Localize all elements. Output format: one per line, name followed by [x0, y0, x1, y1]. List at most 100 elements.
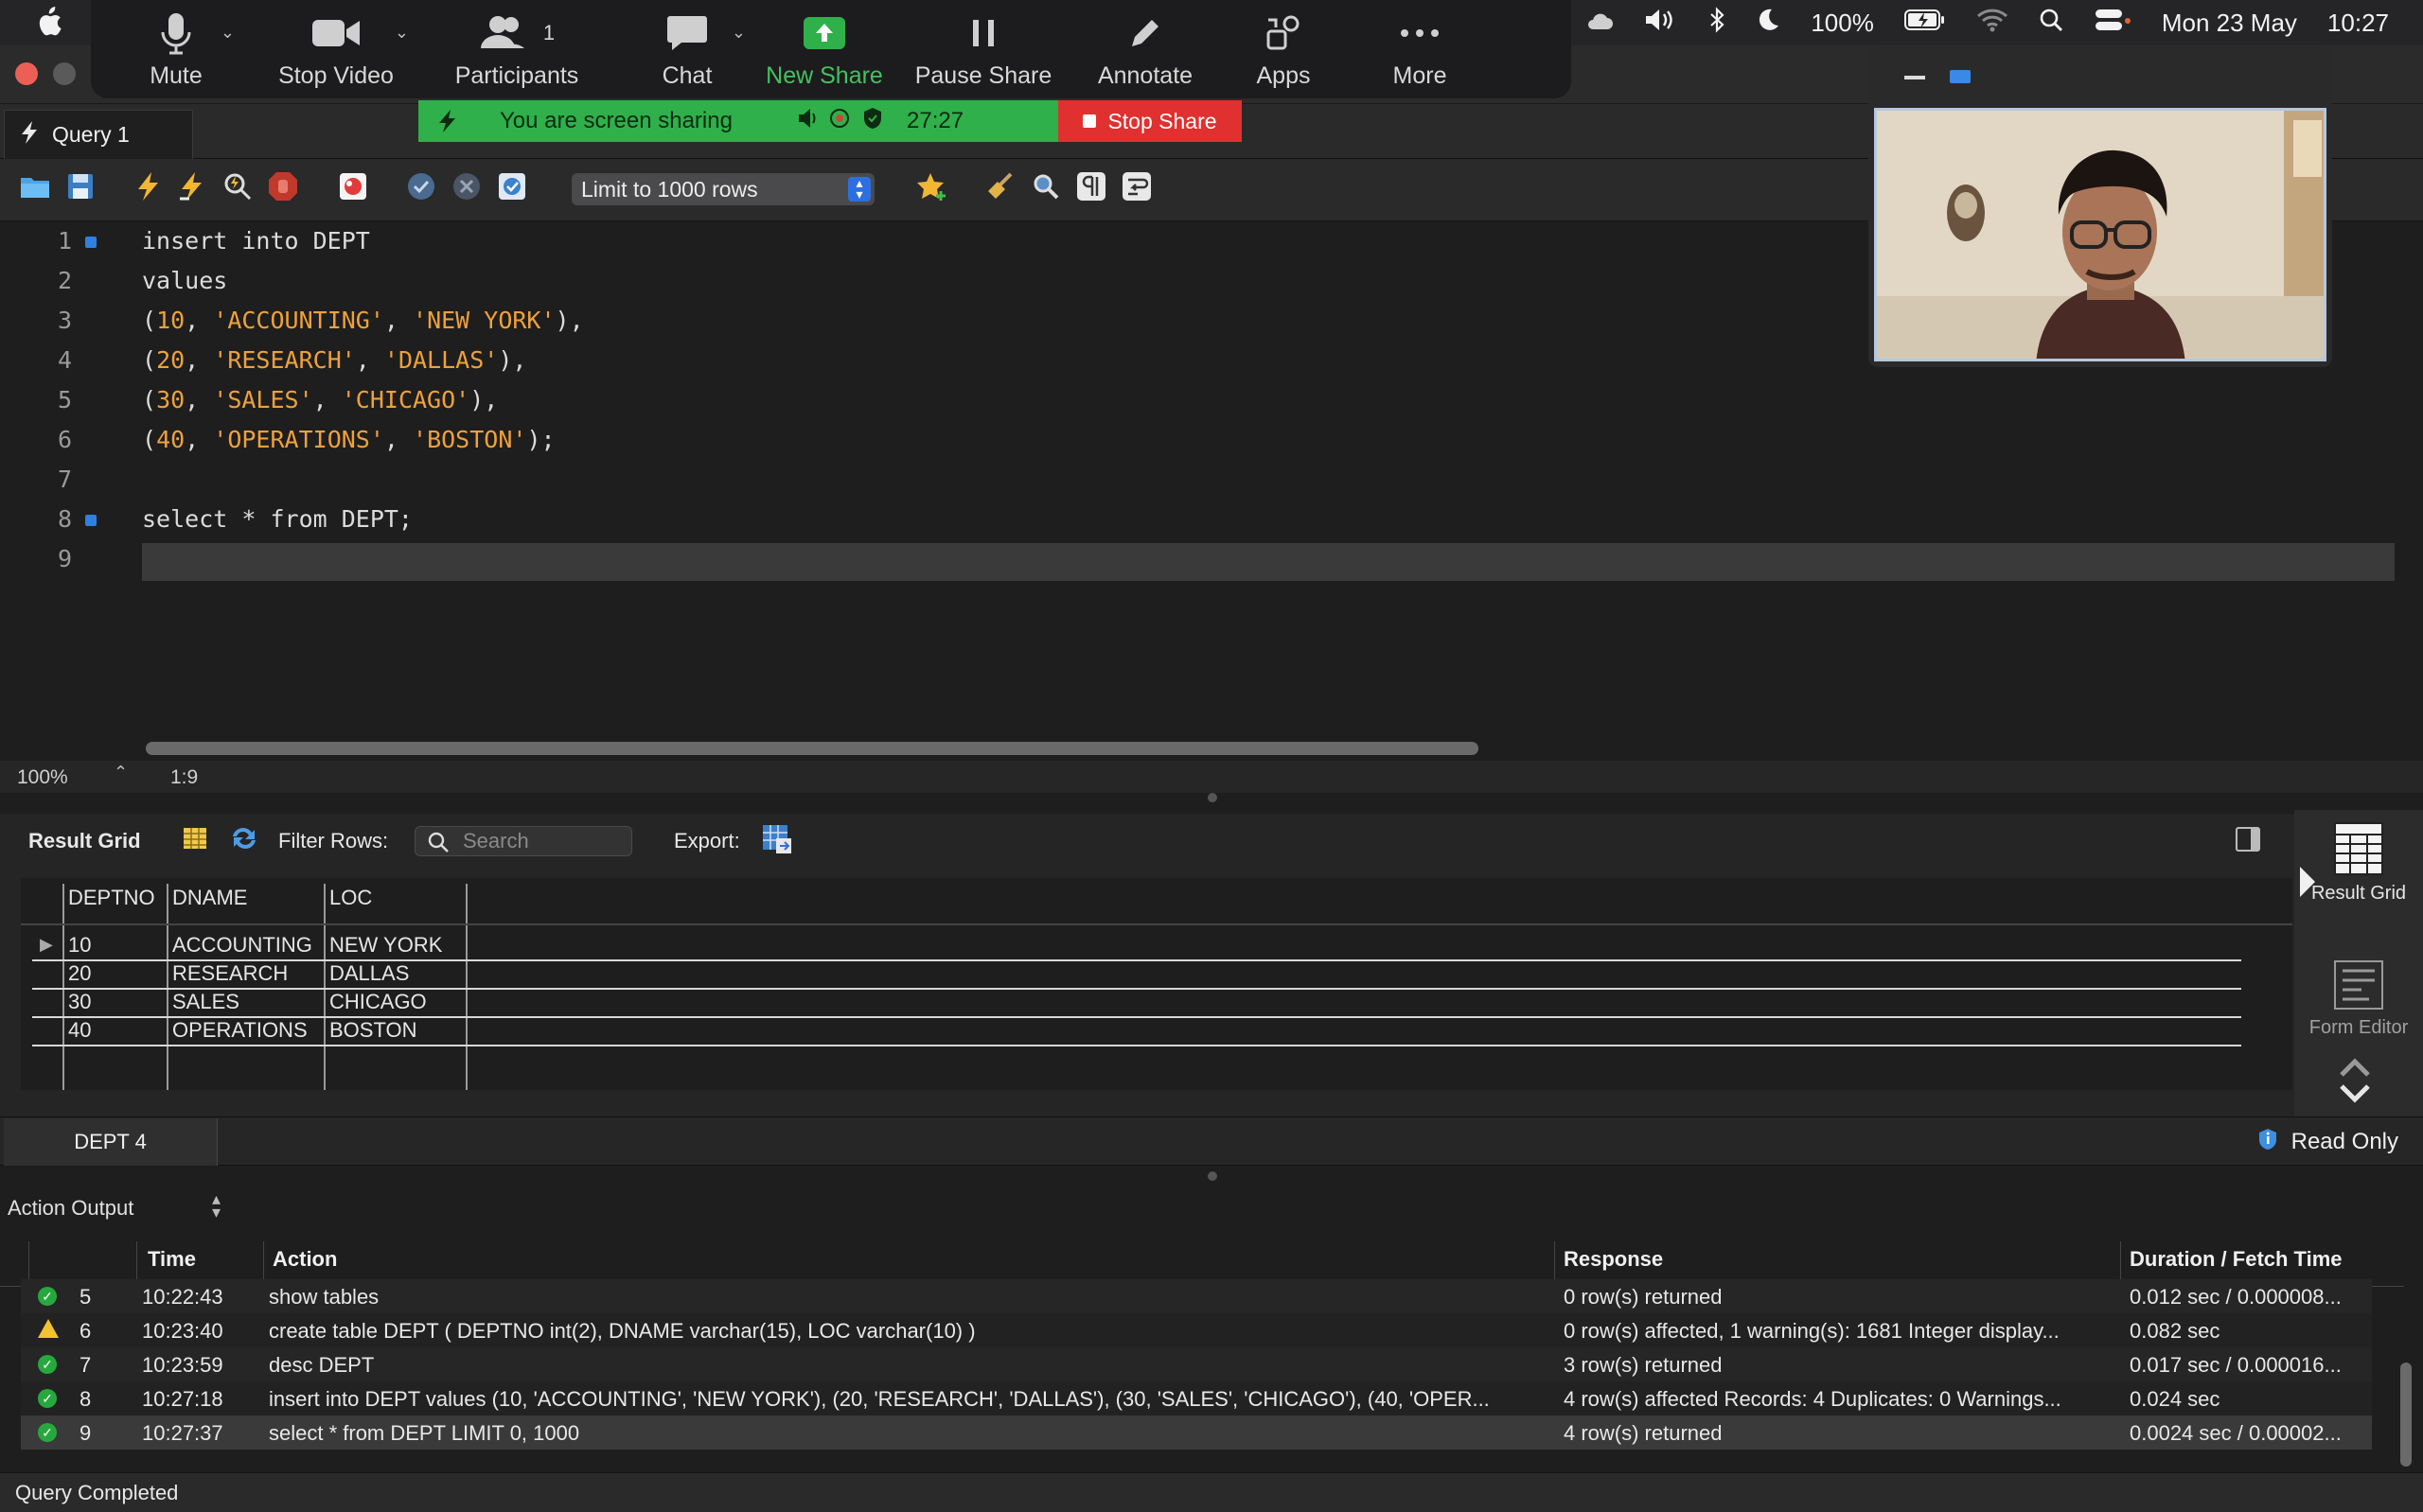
stop-share-button[interactable]: Stop Share — [1058, 100, 1242, 142]
focus-moon-icon[interactable] — [1756, 8, 1780, 39]
column-header-action[interactable]: Action — [273, 1247, 337, 1272]
find-magnifier-icon[interactable] — [1030, 170, 1062, 202]
close-window-button[interactable] — [15, 62, 38, 85]
mute-button[interactable]: Mute ⌄ — [119, 9, 235, 95]
action-output-vertical-scrollbar[interactable] — [2400, 1363, 2412, 1467]
code-line[interactable]: (30, 'SALES', 'CHICAGO'), — [142, 386, 498, 413]
code-line[interactable]: (40, 'OPERATIONS', 'BOSTON'); — [142, 426, 556, 453]
toggle-panel-icon[interactable] — [2236, 827, 2260, 852]
stop-video-button[interactable]: Stop Video ⌄ — [265, 9, 409, 95]
grid-cell[interactable]: 20 — [68, 961, 91, 986]
open-folder-icon[interactable] — [19, 170, 51, 202]
shield-icon[interactable] — [863, 107, 882, 136]
form-editor-side-button[interactable]: Form Editor — [2304, 959, 2414, 1037]
chevron-down-icon[interactable]: ⌄ — [732, 23, 746, 43]
execute-current-lightning-icon[interactable] — [176, 170, 208, 202]
result-tab-dept[interactable]: DEPT 4 — [4, 1118, 218, 1166]
grid-cell[interactable]: 30 — [68, 990, 91, 1014]
table-row[interactable]: ✓ 7 10:23:59 desc DEPT 3 row(s) returned 0.01… — [21, 1347, 2372, 1381]
more-button[interactable]: More — [1372, 9, 1467, 95]
battery-charging-icon[interactable] — [1903, 9, 1946, 38]
chevron-down-icon[interactable]: ⌄ — [221, 23, 235, 43]
editor-horizontal-scrollbar[interactable] — [146, 742, 1478, 755]
execute-lightning-icon[interactable] — [133, 170, 165, 202]
code-line[interactable]: (10, 'ACCOUNTING', 'NEW YORK'), — [142, 307, 584, 334]
speaker-icon[interactable] — [797, 108, 820, 135]
participants-button[interactable]: 1 Participants — [441, 9, 592, 95]
apps-button[interactable]: Apps — [1236, 9, 1331, 95]
pause-share-button[interactable]: Pause Share — [912, 9, 1054, 95]
grid-cell[interactable]: ACCOUNTING — [172, 933, 312, 958]
view-mode-icon[interactable] — [1950, 70, 1971, 83]
chevron-down-icon[interactable]: ⌄ — [395, 23, 409, 43]
zoom-stepper-icon[interactable]: ⌃ — [114, 763, 128, 782]
code-line[interactable]: values — [142, 267, 227, 294]
table-row[interactable]: ✓ 5 10:22:43 show tables 0 row(s) returned 0.… — [21, 1279, 2372, 1313]
grid-cell[interactable]: NEW YORK — [329, 933, 442, 958]
menu-bar-time[interactable]: 10:27 — [2327, 9, 2389, 38]
splitter-handle[interactable] — [1208, 793, 1217, 802]
grid-cell[interactable]: 10 — [68, 933, 91, 958]
grid-cell[interactable]: SALES — [172, 990, 239, 1014]
grid-cell[interactable]: CHICAGO — [329, 990, 427, 1014]
menu-bar-date[interactable]: Mon 23 May — [2162, 9, 2297, 38]
rollback-x-icon[interactable] — [451, 170, 483, 202]
autocommit-toggle-icon[interactable] — [496, 170, 528, 202]
annotate-button[interactable]: Annotate — [1088, 9, 1202, 95]
explain-query-icon[interactable] — [221, 170, 254, 202]
grid-cell[interactable]: DALLAS — [329, 961, 409, 986]
result-grid-side-button[interactable]: Result Grid — [2304, 821, 2414, 903]
refresh-icon[interactable] — [229, 825, 259, 857]
wifi-icon[interactable] — [1976, 8, 2008, 39]
new-share-button[interactable]: New Share — [763, 9, 886, 95]
commit-check-icon[interactable] — [405, 170, 437, 202]
query-tab[interactable]: Query 1 — [4, 110, 193, 159]
column-header-time[interactable]: Time — [148, 1247, 196, 1272]
column-header-response[interactable]: Response — [1564, 1247, 1663, 1272]
statement-marker-icon — [85, 237, 97, 248]
grid-cell[interactable]: BOSTON — [329, 1018, 417, 1043]
invisible-chars-icon[interactable] — [1075, 170, 1107, 202]
grid-view-icon[interactable] — [182, 825, 208, 857]
grid-cell[interactable]: OPERATIONS — [172, 1018, 308, 1043]
cloud-icon[interactable] — [1585, 9, 1614, 38]
control-center-icon[interactable] — [2094, 8, 2131, 39]
code-line[interactable]: insert into DEPT — [142, 227, 370, 255]
chat-button[interactable]: Chat ⌄ — [630, 9, 746, 95]
toggle-error-stop-icon[interactable] — [337, 170, 369, 202]
scroll-up-down-icon[interactable] — [2336, 1054, 2374, 1112]
save-icon[interactable] — [64, 170, 97, 202]
limit-rows-select[interactable]: Limit to 1000 rows ▴ ▾ — [572, 173, 875, 205]
apple-logo-icon[interactable] — [34, 6, 62, 45]
select-stepper-icon[interactable]: ▴ ▾ — [212, 1190, 221, 1221]
grid-column-header[interactable]: DNAME — [172, 886, 247, 910]
editor-zoom-level[interactable]: 100% — [17, 766, 68, 789]
grid-column-header[interactable]: LOC — [329, 886, 372, 910]
add-snippet-star-icon[interactable] — [916, 170, 948, 202]
word-wrap-icon[interactable] — [1121, 170, 1153, 202]
stop-query-icon[interactable] — [267, 170, 299, 202]
export-icon[interactable] — [761, 823, 793, 861]
minimize-video-icon[interactable] — [1904, 76, 1925, 79]
record-icon[interactable] — [829, 108, 850, 135]
table-row[interactable]: ✓ 9 10:27:37 select * from DEPT LIMIT 0, 10… — [21, 1415, 2372, 1450]
action-output-select[interactable]: Action Output — [8, 1196, 133, 1221]
bluetooth-icon[interactable] — [1708, 6, 1725, 40]
volume-icon[interactable] — [1644, 8, 1678, 39]
splitter-handle[interactable] — [1208, 1171, 1217, 1181]
code-line[interactable]: (20, 'RESEARCH', 'DALLAS'), — [142, 346, 526, 374]
code-line[interactable]: select * from DEPT; — [142, 505, 413, 533]
spotlight-search-icon[interactable] — [2039, 8, 2063, 39]
beautify-broom-icon[interactable] — [984, 170, 1017, 202]
line-number: 6 — [57, 426, 72, 453]
filter-search-input[interactable]: Search — [415, 826, 632, 856]
table-row[interactable]: 6 10:23:40 create table DEPT ( DEPTNO int(… — [21, 1313, 2372, 1347]
grid-cell[interactable]: 40 — [68, 1018, 91, 1043]
row-number: 9 — [80, 1421, 92, 1445]
result-grid-side-icon — [2304, 821, 2414, 880]
grid-cell[interactable]: RESEARCH — [172, 961, 288, 986]
minimize-window-button[interactable] — [53, 62, 76, 85]
grid-column-header[interactable]: DEPTNO — [68, 886, 155, 910]
table-row[interactable]: ✓ 8 10:27:18 insert into DEPT values (10, '… — [21, 1381, 2372, 1415]
column-header-duration[interactable]: Duration / Fetch Time — [2130, 1247, 2343, 1272]
